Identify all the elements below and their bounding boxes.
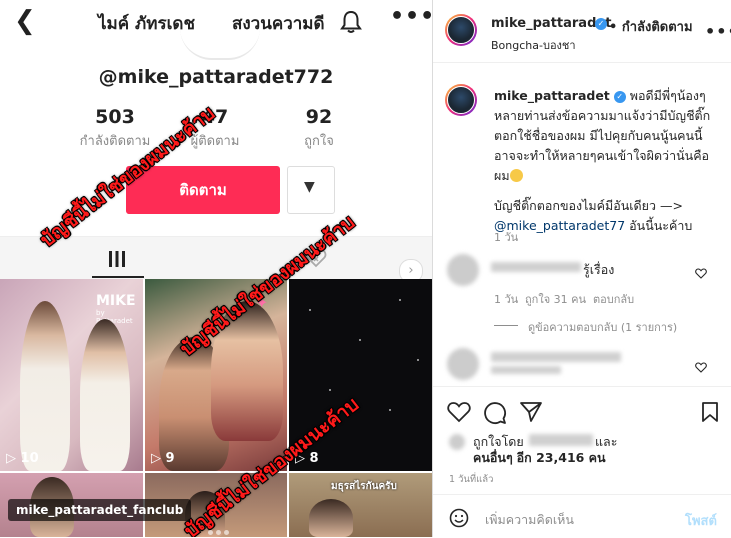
add-comment-input[interactable]: เพิ่มความคิดเห็น — [485, 510, 574, 530]
caption-text-3: อันนี้นะค้าบ — [625, 218, 693, 233]
blurred-comment — [491, 352, 621, 362]
video-thumbnail: MIKE by Pattaradet ▷ 10 — [0, 279, 143, 471]
like-heart-icon[interactable] — [447, 401, 471, 423]
emoji-picker-icon[interactable] — [449, 508, 469, 528]
post-author-username[interactable]: mike_pattaradet — [491, 16, 611, 31]
carousel-dots — [208, 520, 232, 537]
star — [399, 299, 401, 301]
post-location[interactable]: Bongcha-บองชา — [491, 36, 576, 54]
star — [359, 339, 361, 341]
blurred-username — [491, 262, 581, 272]
tab-underline — [92, 276, 144, 278]
comment-likes[interactable]: ถูกใจ 31 คน — [525, 290, 586, 308]
thumb-brand: MIKE — [96, 293, 136, 309]
caption-username[interactable]: mike_pattaradet — [494, 88, 610, 103]
stat-value: 92 — [305, 106, 333, 128]
following-button[interactable]: • กำลังติดตาม — [609, 16, 693, 37]
likes-count-label: อีก 23,416 คน — [516, 450, 606, 465]
stat-label: ถูกใจ — [304, 134, 334, 149]
avatar[interactable] — [445, 14, 477, 46]
post-header: mike_pattaradet ✓ • กำลังติดตาม Bongcha-… — [433, 0, 731, 63]
heart-icon[interactable] — [695, 268, 707, 279]
verified-badge-icon: ✓ — [595, 18, 607, 30]
likes-others-label: คนอื่นๆ — [473, 450, 513, 465]
comment-text: รู้เรื่อง — [583, 262, 615, 277]
avatar — [180, 28, 260, 60]
more-options-icon[interactable]: ••• — [705, 22, 731, 41]
person-figure — [309, 499, 353, 537]
bookmark-icon[interactable] — [701, 401, 719, 423]
chevron-down-icon: ▼ — [304, 179, 315, 195]
star — [309, 309, 311, 311]
avatar[interactable] — [445, 84, 477, 116]
stat-likes: 92 ถูกใจ — [274, 106, 364, 151]
more-options-icon: ••• — [390, 4, 433, 29]
likes-count[interactable]: คนอื่นๆ อีก 23,416 คน — [473, 448, 606, 468]
tiktok-handle: @mike_pattaradet772 — [98, 66, 334, 88]
play-count-value: 10 — [20, 451, 39, 466]
verified-badge-icon: ✓ — [613, 91, 626, 103]
reply-button[interactable]: ตอบกลับ — [593, 290, 634, 308]
video-thumbnail: มธุรสไรกันครับ — [289, 473, 432, 537]
play-count-value: 9 — [165, 451, 175, 466]
caption-time: 1 วัน — [494, 231, 519, 244]
play-count: ▷ 10 — [6, 451, 39, 466]
avatar[interactable] — [447, 348, 479, 380]
star — [389, 409, 391, 411]
liker-avatar — [449, 434, 465, 450]
tiktok-dropdown-button: ▼ — [287, 166, 335, 214]
caption-text-2: บัญชีติ๊กตอกของไมค์มีอันเดียว —> — [494, 198, 683, 213]
videos-grid-icon — [109, 251, 125, 267]
view-replies-button[interactable]: ดูข้อความตอบกลับ (1 รายการ) — [528, 318, 677, 336]
reply-divider — [494, 325, 518, 326]
person-figure — [80, 319, 130, 471]
avatar[interactable] — [447, 254, 479, 286]
post-time-ago: 1 วันที่แล้ว — [449, 474, 494, 485]
thumb-caption: มธุรสไรกันครับ — [331, 481, 397, 492]
comment-icon[interactable] — [483, 401, 507, 425]
blurred-username — [529, 434, 593, 446]
instagram-post-panel: mike_pattaradet ✓ • กำลังติดตาม Bongcha-… — [433, 0, 731, 537]
fanclub-label: mike_pattaradet_fanclub — [8, 499, 192, 521]
post-comment-button[interactable]: โพสต์ — [685, 510, 717, 531]
star — [329, 389, 331, 391]
comment-time: 1 วัน — [494, 293, 519, 306]
post-caption: mike_pattaradet ✓ พอดีมีพี่ๆน้องๆหลายท่า… — [494, 86, 716, 236]
share-icon[interactable] — [519, 401, 543, 423]
person-figure — [20, 301, 70, 471]
star — [417, 359, 419, 361]
smile-emoji-icon — [509, 169, 523, 182]
chevron-left-icon: ❮ — [14, 6, 36, 36]
tiktok-profile-image: ❮ ไมค์ ภัทรเดช สงวนความดี ••• @mike_patt… — [0, 0, 433, 537]
stat-value: 503 — [95, 106, 135, 128]
play-count: ▷ 9 — [151, 451, 175, 466]
bell-icon — [340, 10, 362, 33]
heart-icon[interactable] — [695, 362, 707, 373]
blurred-comment — [491, 366, 561, 374]
